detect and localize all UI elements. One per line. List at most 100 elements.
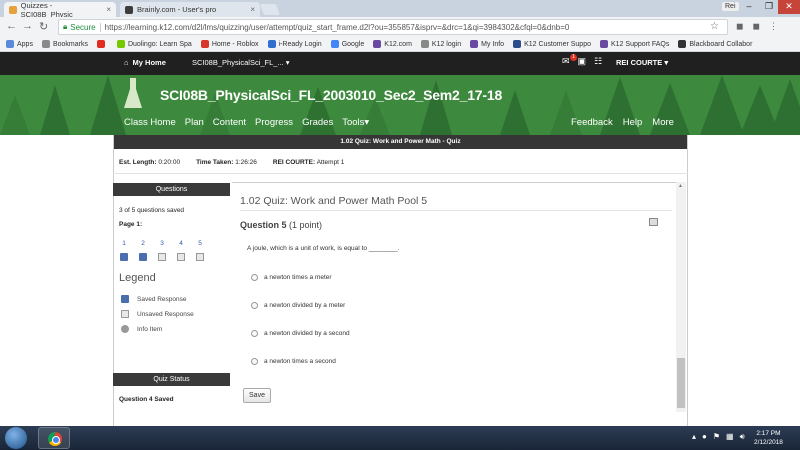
bookmarks-bar: Apps Bookmarks Duolingo: Learn Spa Home - R…	[0, 37, 800, 52]
divider	[113, 173, 688, 174]
answer-option-label: a newton divided by a second	[264, 330, 350, 337]
my-home-link[interactable]: ⌂ My Home	[124, 58, 166, 67]
question-title: Question 5 (1 point)	[240, 220, 323, 230]
profile-button[interactable]: Rei	[722, 2, 739, 11]
menu-item-feedback[interactable]: Feedback	[571, 117, 613, 128]
url-text[interactable]: https://learning.k12.com/d2l/lms/quizzin…	[105, 23, 570, 32]
menu-item-class-home[interactable]: Class Home	[124, 117, 176, 128]
volume-icon[interactable]: 🔊︎	[740, 432, 745, 442]
radio-button[interactable]	[251, 330, 258, 337]
quiz-meta: Est. Length: 0:20:00 Time Taken: 1:26:26…	[119, 159, 345, 166]
browser-tab-strip: Quizzes - SCI08B_Physic × Brainly.com - …	[0, 0, 800, 19]
question-number-link[interactable]: 4	[177, 240, 185, 247]
answer-option[interactable]: a newton times a meter	[251, 274, 332, 281]
bookmark-item[interactable]: K12 login	[420, 40, 461, 48]
time-taken: 1:26:26	[235, 159, 257, 166]
saved-response-icon	[139, 253, 147, 261]
windows-taskbar: ▴ ● ⚑ ▦ 🔊︎ 2:17 PM 2/12/2018	[0, 426, 800, 450]
minimize-icon[interactable]: –	[738, 0, 760, 14]
taskbar-chrome[interactable]	[38, 427, 70, 449]
saved-response-icon	[121, 295, 129, 303]
question-nav-item[interactable]: 5	[196, 240, 204, 261]
tab-close-icon[interactable]: ×	[250, 5, 255, 14]
bookmark-item[interactable]	[96, 40, 108, 48]
menu-item-plan[interactable]: Plan	[185, 117, 204, 128]
show-hidden-icons-icon[interactable]: ▴	[692, 432, 696, 442]
bookmark-item[interactable]: Blackboard Collabor	[678, 40, 752, 48]
menu-item-progress[interactable]: Progress	[255, 117, 293, 128]
chrome-icon	[48, 432, 62, 446]
radio-button[interactable]	[251, 358, 258, 365]
answer-option[interactable]: a newton times a second	[251, 358, 336, 365]
maximize-icon[interactable]: ❐	[758, 0, 780, 14]
question-number-link[interactable]: 5	[196, 240, 204, 247]
menu-item-more[interactable]: More	[652, 117, 674, 128]
menu-item-help[interactable]: Help	[623, 117, 643, 128]
forward-icon[interactable]: →	[22, 20, 33, 32]
answer-option[interactable]: a newton divided by a meter	[251, 302, 345, 309]
course-selector[interactable]: SCI08B_PhysicalSci_FL_... ▾	[192, 58, 290, 67]
menu-item-tools[interactable]: Tools▾	[342, 117, 369, 128]
bookmark-item[interactable]: Google	[330, 40, 364, 48]
flag-question-icon[interactable]	[649, 218, 658, 226]
menu-item-grades[interactable]: Grades	[302, 117, 333, 128]
bookmark-item[interactable]: Home - Roblox	[200, 40, 259, 48]
question-number-link[interactable]: 3	[158, 240, 166, 247]
question-nav-item[interactable]: 3	[158, 240, 166, 261]
extension-icon[interactable]: ◼	[752, 21, 759, 32]
bookmark-item[interactable]: Apps	[6, 40, 33, 48]
clock[interactable]: 2:17 PM 2/12/2018	[754, 429, 783, 447]
question-nav-item[interactable]: 4	[177, 240, 185, 261]
bookmark-item[interactable]: K12 Support FAQs	[600, 40, 669, 48]
page-label: Page 1:	[119, 221, 143, 228]
start-button[interactable]	[5, 427, 27, 449]
answer-option[interactable]: a newton divided by a second	[251, 330, 350, 337]
save-button[interactable]: Save	[243, 388, 271, 403]
bookmark-favicon-icon	[678, 40, 687, 48]
network-icon[interactable]: ▦	[726, 432, 734, 442]
tab-brainly[interactable]: Brainly.com - User's pro ×	[120, 2, 260, 17]
saved-response-icon	[120, 253, 128, 261]
chevron-down-icon: ▾	[364, 117, 370, 128]
legend-info: Info Item	[121, 325, 162, 333]
bookmark-item[interactable]: Duolingo: Learn Spa	[116, 40, 192, 48]
bookmark-item[interactable]: i-Ready Login	[267, 40, 322, 48]
bookmark-item[interactable]: K12.com	[373, 40, 412, 48]
new-tab-button[interactable]	[259, 4, 281, 15]
url-bar[interactable]: 🔒︎ Secure https://learning.k12.com/d2l/l…	[58, 19, 728, 35]
question-nav-item[interactable]: 2	[139, 240, 147, 261]
question-number-link[interactable]: 1	[120, 240, 128, 247]
reload-icon[interactable]: ↻	[39, 20, 48, 33]
notifications-icon[interactable]: ✉	[562, 56, 570, 67]
updates-icon[interactable]: ☷	[594, 56, 602, 67]
bookmark-favicon-icon	[373, 40, 382, 48]
tab-close-icon[interactable]: ×	[106, 5, 111, 14]
k12-top-nav: ⌂ My Home SCI08B_PhysicalSci_FL_... ▾ ✉ …	[0, 52, 800, 75]
quiz-status-heading: Quiz Status	[113, 373, 230, 386]
bookmark-item[interactable]: Bookmarks	[41, 40, 88, 48]
scroll-up-icon[interactable]: ▲	[678, 183, 683, 189]
back-icon[interactable]: ←	[6, 20, 17, 32]
user-menu[interactable]: REI COURTE ▾	[616, 58, 668, 67]
home-icon: ⌂	[124, 58, 129, 67]
app-tray-icon[interactable]: ●	[702, 432, 707, 442]
question-nav-item[interactable]: 1	[120, 240, 128, 261]
extension-icon[interactable]: ◼	[736, 21, 743, 32]
radio-button[interactable]	[251, 274, 258, 281]
bookmark-star-icon[interactable]: ☆	[710, 21, 719, 32]
close-window-icon[interactable]: ✕	[778, 0, 800, 14]
menu-item-content[interactable]: Content	[213, 117, 246, 128]
messages-icon[interactable]: ▣	[578, 56, 587, 67]
answer-option-label: a newton times a second	[264, 358, 336, 365]
bookmark-item[interactable]: My Info	[470, 40, 504, 48]
bookmark-item[interactable]: K12 Customer Suppo	[513, 40, 591, 48]
question-navigator: 1 2 3 4 5	[120, 240, 204, 261]
radio-button[interactable]	[251, 302, 258, 309]
tab-quizzes[interactable]: Quizzes - SCI08B_Physic ×	[4, 1, 116, 19]
menu-icon[interactable]: ⋮	[769, 21, 778, 32]
legend-title: Legend	[119, 272, 156, 284]
flag-icon[interactable]: ⚑	[713, 432, 720, 442]
scrollbar-thumb[interactable]	[677, 358, 685, 408]
est-length: 0:20:00	[158, 159, 181, 166]
question-number-link[interactable]: 2	[139, 240, 147, 247]
